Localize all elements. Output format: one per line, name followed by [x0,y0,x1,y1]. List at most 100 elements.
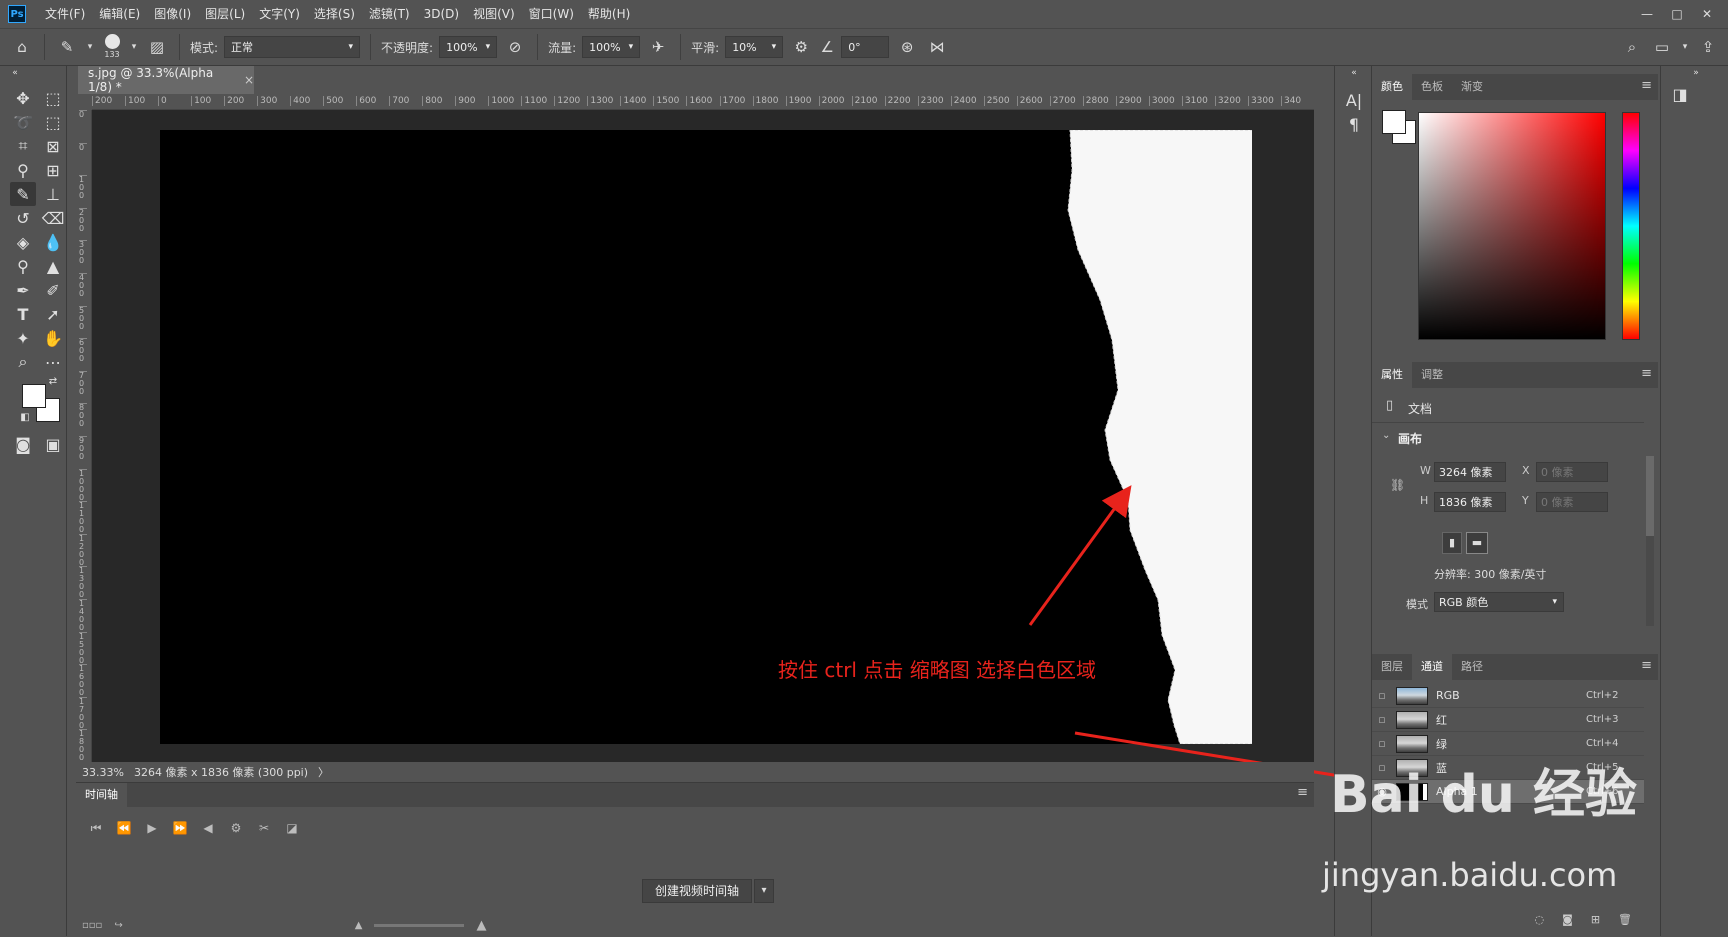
play-icon[interactable]: ▶ [138,821,166,835]
visibility-toggle[interactable]: ▫ [1372,713,1392,726]
hue-slider[interactable] [1622,112,1640,340]
panel-menu-icon[interactable]: ≡ [1641,78,1652,93]
foreground-color-swatch[interactable] [22,384,46,408]
document-canvas[interactable] [160,130,1252,744]
load-selection-icon[interactable]: ◌ [1535,913,1545,926]
paragraph-panel-icon[interactable]: ¶ [1341,112,1367,136]
object-select-tool-icon[interactable]: ⬚ [40,110,66,134]
brush-tool-icon[interactable]: ✎ [55,35,79,59]
pressure-opacity-icon[interactable]: ⊘ [503,35,527,59]
tab-color[interactable]: 颜色 [1372,74,1412,100]
render-icon[interactable]: ↪ [114,920,122,931]
zoom-out-icon[interactable]: ▲ [355,920,363,931]
eraser-tool-icon[interactable]: ⌫ [40,206,66,230]
menu-select[interactable]: 选择(S) [307,0,362,28]
tab-gradients[interactable]: 渐变 [1452,74,1492,100]
convert-frames-icon[interactable]: ▫▫▫ [82,920,102,931]
airbrush-icon[interactable]: ✈ [646,35,670,59]
menu-edit[interactable]: 编辑(E) [92,0,147,28]
frame-tool-icon[interactable]: ⊠ [40,134,66,158]
trash-icon[interactable]: 🗑 [1618,913,1632,926]
color-mode-select[interactable]: RGB 颜色 ▾ [1434,592,1564,612]
status-menu-arrow[interactable]: 〉 [318,764,329,780]
lasso-tool-icon[interactable]: ➰ [10,110,36,134]
new-channel-icon[interactable]: ⊞ [1591,913,1600,926]
channel-row-red[interactable]: ▫ 红 Ctrl+3 [1372,708,1644,732]
shape-tool-icon[interactable]: ✦ [10,326,36,350]
pen-tool-icon[interactable]: ✒ [10,278,36,302]
menu-layer[interactable]: 图层(L) [198,0,252,28]
close-tab-icon[interactable]: × [244,73,254,87]
share-icon[interactable]: ⇪ [1696,35,1720,59]
search-icon[interactable]: ⌕ [1620,35,1644,59]
minimize-button[interactable]: — [1632,3,1662,25]
split-icon[interactable]: ✂ [250,821,278,835]
collapse-toolbar-icon[interactable]: « [2,66,28,80]
menu-file[interactable]: 文件(F) [38,0,92,28]
brush-tool-icon[interactable]: ✎ [10,182,36,206]
color-fg-swatch[interactable] [1382,110,1406,134]
brush-panel-toggle-icon[interactable]: ▨ [145,35,169,59]
stamp-tool-icon[interactable]: ⊥ [40,182,66,206]
collapse-panels-icon[interactable]: « [1341,66,1367,80]
portrait-orientation-button[interactable]: ▮ [1442,532,1462,554]
screen-mode-icon[interactable]: ▣ [40,432,66,456]
move-tool-icon[interactable]: ✥ [10,86,36,110]
marquee-tool-icon[interactable]: ⬚ [40,86,66,110]
tab-channels[interactable]: 通道 [1412,654,1452,680]
flow-input[interactable]: 100% ▾ [582,36,641,58]
settings-icon[interactable]: ⚙ [222,821,250,835]
document-tab[interactable]: s.jpg @ 33.3%(Alpha 1/8) * × [78,66,254,94]
angle-input[interactable]: 0° [841,36,890,58]
link-icon[interactable]: ⛓ [1390,478,1405,492]
zoom-level[interactable]: 33.33% [82,766,124,779]
crop-tool-icon[interactable]: ⌗ [10,134,36,158]
home-icon[interactable]: ⌂ [10,35,34,59]
save-selection-icon[interactable]: ◙ [1562,913,1573,926]
first-frame-icon[interactable]: ⏮ [82,821,110,836]
height-input[interactable]: 1836 像素 [1434,492,1506,512]
tab-swatches[interactable]: 色板 [1412,74,1452,100]
more-tools-icon[interactable]: ⋯ [40,350,66,374]
default-colors-icon[interactable]: ◧ [18,410,32,424]
symmetry-icon[interactable]: ⋈ [925,35,949,59]
width-input[interactable]: 3264 像素 [1434,462,1506,482]
dodge-tool-icon[interactable]: ⚲ [10,254,36,278]
close-window-button[interactable]: ✕ [1692,3,1722,25]
zoom-tool-icon[interactable]: ⌕ [10,350,36,374]
tab-layers[interactable]: 图层 [1372,654,1412,680]
channel-row-rgb[interactable]: ▫ RGB Ctrl+2 [1372,684,1644,708]
collapse-dock-icon[interactable]: » [1683,66,1709,80]
gear-icon[interactable]: ⚙ [789,35,813,59]
chevron-down-icon[interactable]: ▾ [85,35,95,59]
workspace-icon[interactable]: ▭ [1650,35,1674,59]
hand-tool-icon[interactable]: ✋ [40,326,66,350]
pressure-size-icon[interactable]: ⊛ [895,35,919,59]
history-brush-tool-icon[interactable]: ↺ [10,206,36,230]
channel-thumbnail[interactable] [1396,686,1428,705]
triangle-tool-icon[interactable]: ▲ [40,254,66,278]
character-panel-icon[interactable]: A| [1341,88,1367,112]
zoom-slider[interactable] [374,923,465,927]
tab-adjustments[interactable]: 调整 [1412,362,1452,388]
mode-select[interactable]: 正常 ▾ [224,36,361,58]
panel-menu-icon[interactable]: ≡ [1641,658,1652,673]
y-input[interactable]: 0 像素 [1536,492,1608,512]
learn-panel-icon[interactable]: ◨ [1667,82,1693,106]
menu-help[interactable]: 帮助(H) [581,0,637,28]
eyedropper-tool-icon[interactable]: ⚲ [10,158,36,182]
zoom-in-icon[interactable]: ▲ [476,918,486,933]
chevron-down-icon[interactable]: ▾ [129,35,139,59]
create-video-timeline-button[interactable]: 创建视频时间轴 [642,879,753,903]
x-input[interactable]: 0 像素 [1536,462,1608,482]
color-field[interactable] [1418,112,1606,340]
transition-icon[interactable]: ◪ [278,821,306,835]
visibility-toggle[interactable]: ▫ [1372,737,1392,750]
swap-colors-icon[interactable]: ⇄ [46,374,60,388]
next-frame-icon[interactable]: ⏩ [166,821,194,835]
opacity-input[interactable]: 100% ▾ [439,36,498,58]
channel-thumbnail[interactable] [1396,710,1428,729]
menu-view[interactable]: 视图(V) [466,0,522,28]
blur-tool-icon[interactable]: 💧 [40,230,66,254]
maximize-button[interactable]: □ [1662,3,1692,25]
